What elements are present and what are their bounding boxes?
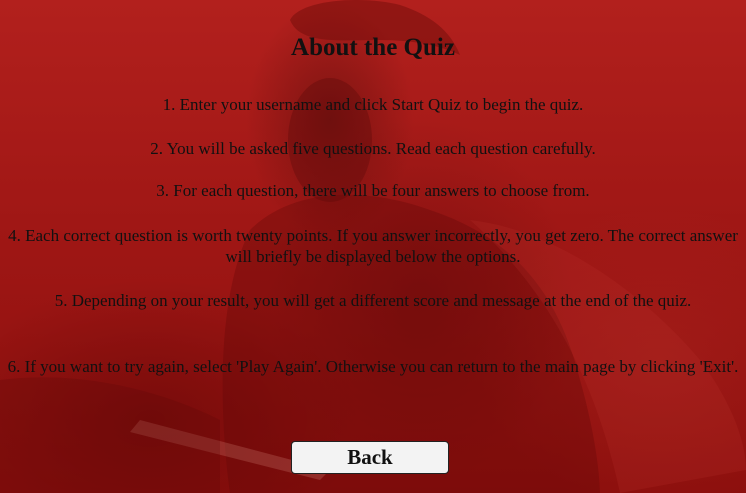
page-title: About the Quiz — [291, 34, 455, 61]
rule-4: 4. Each correct question is worth twenty… — [8, 226, 738, 266]
rule-3: 3. For each question, there will be four… — [156, 181, 590, 200]
rule-5: 5. Depending on your result, you will ge… — [54, 291, 692, 310]
rule-2: 2. You will be asked five questions. Rea… — [150, 139, 596, 158]
rule-1: 1. Enter your username and click Start Q… — [162, 95, 584, 114]
rule-6: 6. If you want to try again, select 'Pla… — [7, 357, 739, 376]
back-button[interactable]: Back — [291, 441, 449, 474]
